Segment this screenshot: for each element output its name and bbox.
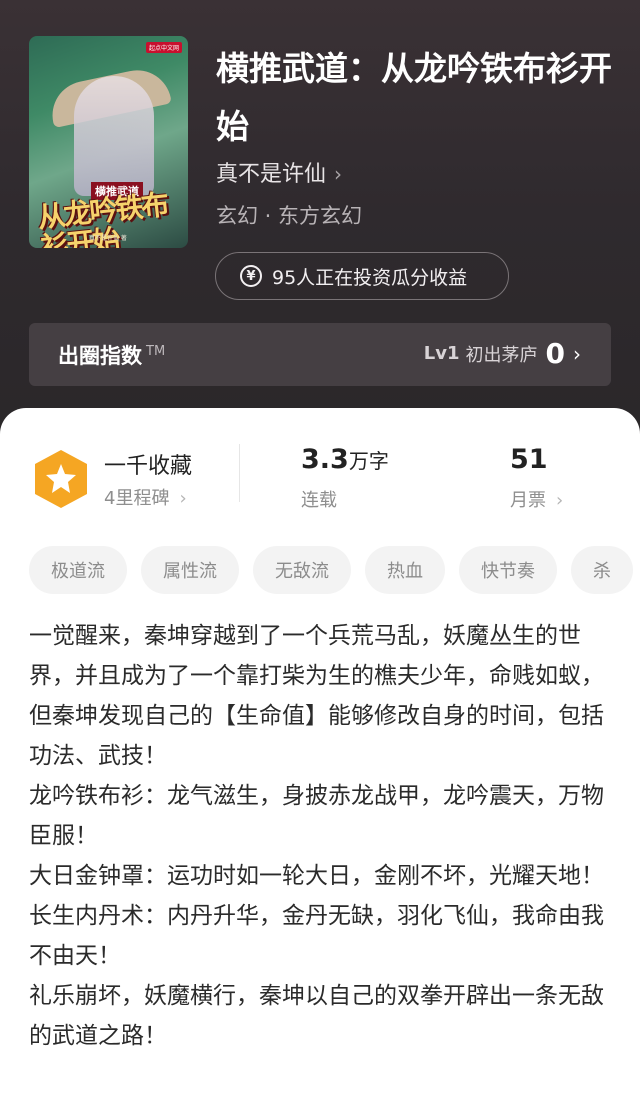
synopsis-paragraph: 龙吟铁布衫：龙气滋生，身披赤龙战甲，龙吟震天，万物臣服！ — [29, 783, 604, 849]
tag-chip[interactable]: 无敌流 — [253, 546, 351, 594]
invest-button[interactable]: ¥ 95人正在投资瓜分收益 — [215, 252, 509, 300]
cover-author: 真不是许仙 著 — [89, 235, 127, 242]
chevron-right-icon: › — [573, 341, 581, 366]
index-level: Lv1 初出茅庐 0 › — [424, 337, 581, 370]
word-count-unit: 万字 — [348, 449, 389, 473]
book-title: 横推武道：从龙吟铁布衫开始 — [216, 49, 612, 146]
monthly-ticket-link[interactable]: 月票 › — [510, 486, 563, 512]
word-count-number: 3.3 — [301, 444, 349, 475]
chevron-right-icon: › — [556, 490, 564, 511]
index-title: 出圈指数 TM — [58, 340, 165, 370]
tag-chip[interactable]: 热血 — [365, 546, 445, 594]
synopsis-paragraph: 一觉醒来，秦坤穿越到了一个兵荒马乱，妖魔丛生的世界，并且成为了一个靠打柴为生的樵… — [29, 623, 604, 769]
cover-art-figure — [74, 76, 154, 196]
book-header: 起点中文网 横推武道 从龙吟铁布衫开始 真不是许仙 著 横推武道：从龙吟铁布衫开… — [0, 0, 640, 470]
collect-sub-link[interactable]: 4里程碑 › — [104, 484, 187, 510]
synopsis-paragraph: 大日金钟罩：运功时如一轮大日，金刚不坏，光耀天地！ — [29, 863, 604, 889]
chevron-right-icon: › — [334, 162, 343, 186]
index-value: 0 — [545, 337, 565, 370]
chevron-right-icon: › — [179, 488, 187, 509]
monthly-ticket-count: 51 — [510, 444, 548, 475]
author-name: 真不是许仙 — [216, 162, 327, 187]
synopsis-paragraph: 长生内丹术：内丹升华，金丹无缺，羽化飞仙，我命由我不由天！ — [29, 903, 604, 969]
publisher-logo: 起点中文网 — [145, 42, 182, 53]
author-link[interactable]: 真不是许仙 › — [216, 156, 342, 188]
serial-status: 连载 — [301, 490, 337, 511]
index-level-name: 初出茅庐 — [465, 344, 538, 366]
book-cover[interactable]: 起点中文网 横推武道 从龙吟铁布衫开始 真不是许仙 著 — [29, 36, 188, 248]
star-badge-icon — [35, 450, 87, 508]
stats-divider — [239, 444, 240, 502]
tag-chip[interactable]: 极道流 — [29, 546, 127, 594]
book-synopsis: 一觉醒来，秦坤穿越到了一个兵荒马乱，妖魔丛生的世界，并且成为了一个靠打柴为生的樵… — [29, 616, 609, 1056]
tag-chip[interactable]: 快节奏 — [459, 546, 557, 594]
tag-chip[interactable]: 属性流 — [141, 546, 239, 594]
collect-milestone: 一千收藏 — [104, 454, 193, 479]
collect-sub-label: 4里程碑 — [104, 488, 170, 509]
tag-chip[interactable]: 杀 — [571, 546, 633, 594]
book-category: 玄幻 · 东方玄幻 — [216, 204, 363, 228]
monthly-ticket-number: 51 — [510, 444, 548, 475]
trademark-mark: TM — [146, 344, 166, 359]
monthly-ticket-label: 月票 — [510, 490, 546, 511]
index-level-code: Lv1 — [423, 343, 460, 364]
invest-label: 95人正在投资瓜分收益 — [272, 266, 468, 289]
index-title-text: 出圈指数 — [58, 344, 142, 368]
detail-panel: 一千收藏 4里程碑 › 3.3万字 连载 51 月票 › 极道流 属性流 无敌流 热… — [0, 408, 640, 1098]
yen-icon: ¥ — [240, 265, 262, 287]
word-count: 3.3万字 — [301, 444, 389, 475]
synopsis-paragraph: 礼乐崩坏，妖魔横行，秦坤以自己的双拳开辟出一条无敌的武道之路！ — [29, 983, 604, 1049]
breakout-index-bar[interactable]: 出圈指数 TM Lv1 初出茅庐 0 › — [29, 323, 611, 386]
tag-list: 极道流 属性流 无敌流 热血 快节奏 杀 — [29, 546, 633, 594]
